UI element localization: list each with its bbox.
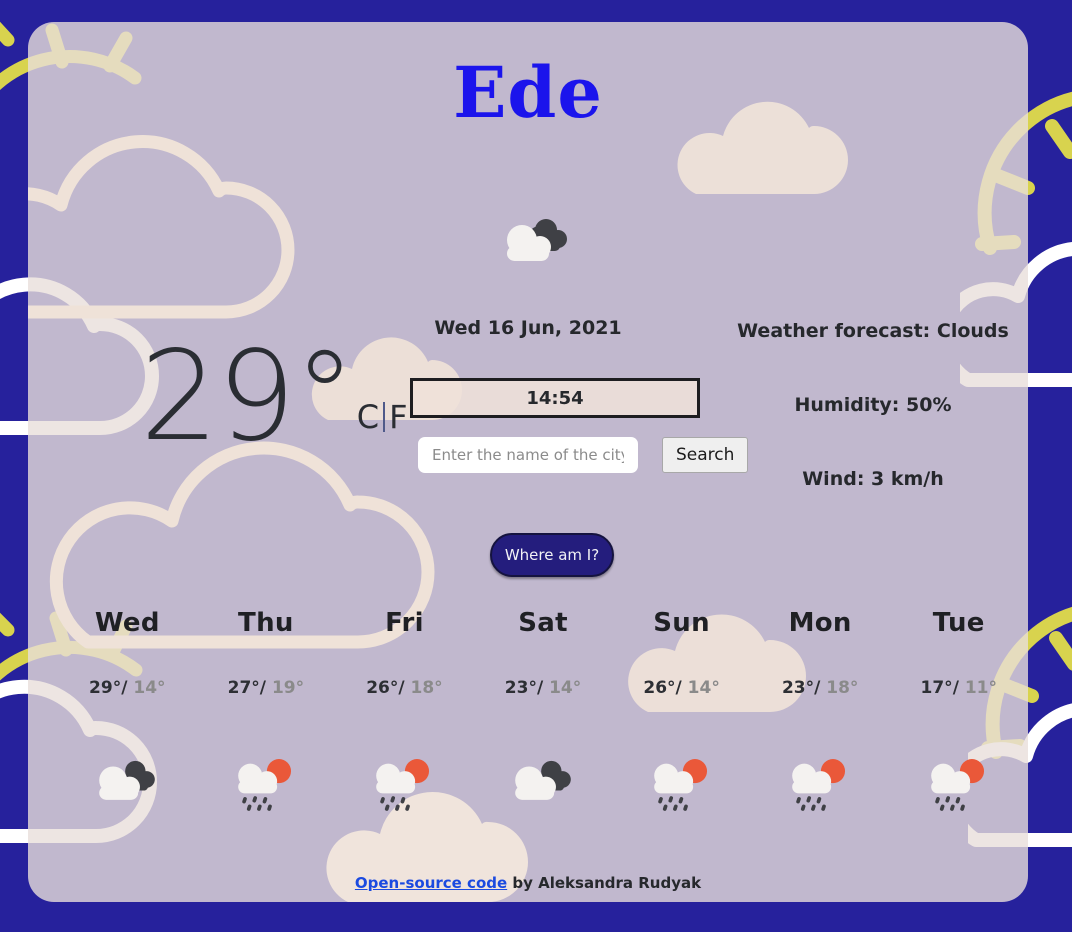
forecast-sep: / (398, 678, 405, 698)
unit-toggle[interactable]: C F (356, 398, 409, 436)
forecast-day-5: Mon 23°/ 18° (751, 608, 890, 816)
forecast-low: 14° (549, 678, 582, 698)
clouds-icon (99, 760, 156, 800)
forecast-high: 23° (781, 678, 815, 698)
search-form: Search (418, 437, 749, 473)
forecast-day-label: Sat (518, 608, 568, 638)
forecast-condition: Weather forecast: Clouds (737, 320, 1009, 342)
forecast-low: 18° (410, 678, 443, 698)
forecast-low: 18° (826, 678, 859, 698)
forecast-sep: / (675, 678, 682, 698)
rain-sun-icon (792, 759, 846, 811)
forecast-temps: 23°/ 14° (474, 678, 613, 698)
rain-sun-icon (930, 759, 984, 811)
unit-celsius[interactable]: C (356, 398, 380, 436)
clouds-icon (515, 760, 571, 800)
wind-value: Wind: 3 km/h (802, 468, 944, 490)
weather-stats: Weather forecast: Clouds Humidity: 50% W… (728, 320, 1018, 490)
forecast-day-label: Mon (788, 608, 852, 638)
forecast-low: 14° (133, 678, 166, 698)
forecast-temps: 26°/ 14° (612, 678, 751, 698)
forecast-low: 11° (964, 678, 997, 698)
forecast-temps: 23°/ 18° (751, 678, 890, 698)
forecast-temps: 29°/ 14° (58, 678, 197, 698)
forecast-day-4: Sun 26°/ 14° (612, 608, 751, 816)
forecast-sep: / (259, 678, 267, 698)
forecast-temps: 26°/ 18° (335, 678, 474, 698)
forecast-day-label: Sun (653, 608, 710, 638)
current-temperature: 29° C F (140, 325, 409, 469)
forecast-temps: 17°/ 11° (889, 678, 1028, 698)
unit-fahrenheit[interactable]: F (388, 398, 408, 436)
weather-card: Ede Wed 16 Jun, 2021 29° C F 14:54 Searc… (28, 22, 1028, 902)
forecast-high: 26° (366, 678, 399, 698)
unit-divider (383, 402, 386, 432)
rain-sun-icon (376, 759, 430, 811)
forecast-day-6: Tue 17°/ 11° (889, 608, 1028, 816)
forecast-high: 26° (643, 678, 676, 698)
forecast-sep: / (121, 678, 128, 698)
clouds-icon (507, 219, 567, 261)
forecast-day-label: Tue (932, 608, 985, 638)
forecast-sep: / (536, 678, 544, 698)
forecast-sep: / (952, 678, 959, 698)
forecast-low: 14° (687, 678, 720, 698)
forecast-day-label: Wed (94, 608, 160, 638)
forecast-day-label: Thu (238, 608, 294, 638)
forecast-day-0: Wed 29°/ 14° (58, 608, 197, 816)
forecast-high: 27° (227, 678, 260, 698)
humidity-value: Humidity: 50% (794, 394, 952, 416)
where-am-i-button[interactable]: Where am I? (490, 533, 614, 577)
forecast-high: 17° (920, 678, 953, 698)
search-input[interactable] (418, 437, 638, 473)
footer: Open-source code by Aleksandra Rudyak (28, 874, 1028, 892)
forecast-high: 29° (89, 678, 122, 698)
footer-credit: by Aleksandra Rudyak (507, 874, 702, 892)
forecast-day-1: Thu 27°/ 19° (197, 608, 336, 816)
forecast-low: 19° (271, 678, 305, 698)
forecast-day-3: Sat 23°/ 14° (474, 608, 613, 816)
page-title: Ede (453, 51, 603, 134)
forecast-sep: / (814, 678, 821, 698)
forecast-day-label: Fri (385, 608, 424, 638)
forecast-high: 23° (504, 678, 537, 698)
forecast-day-2: Fri 26°/ 18° (335, 608, 474, 816)
temperature-value: 29° (140, 325, 356, 469)
rain-sun-icon (653, 759, 707, 811)
current-time: 14:54 (410, 378, 700, 418)
forecast-row: Wed 29°/ 14° Thu 27°/ 19° Fri 26°/ 18° S… (58, 608, 1028, 816)
rain-sun-icon (238, 759, 291, 811)
forecast-temps: 27°/ 19° (197, 678, 336, 698)
open-source-link[interactable]: Open-source code (355, 874, 507, 892)
